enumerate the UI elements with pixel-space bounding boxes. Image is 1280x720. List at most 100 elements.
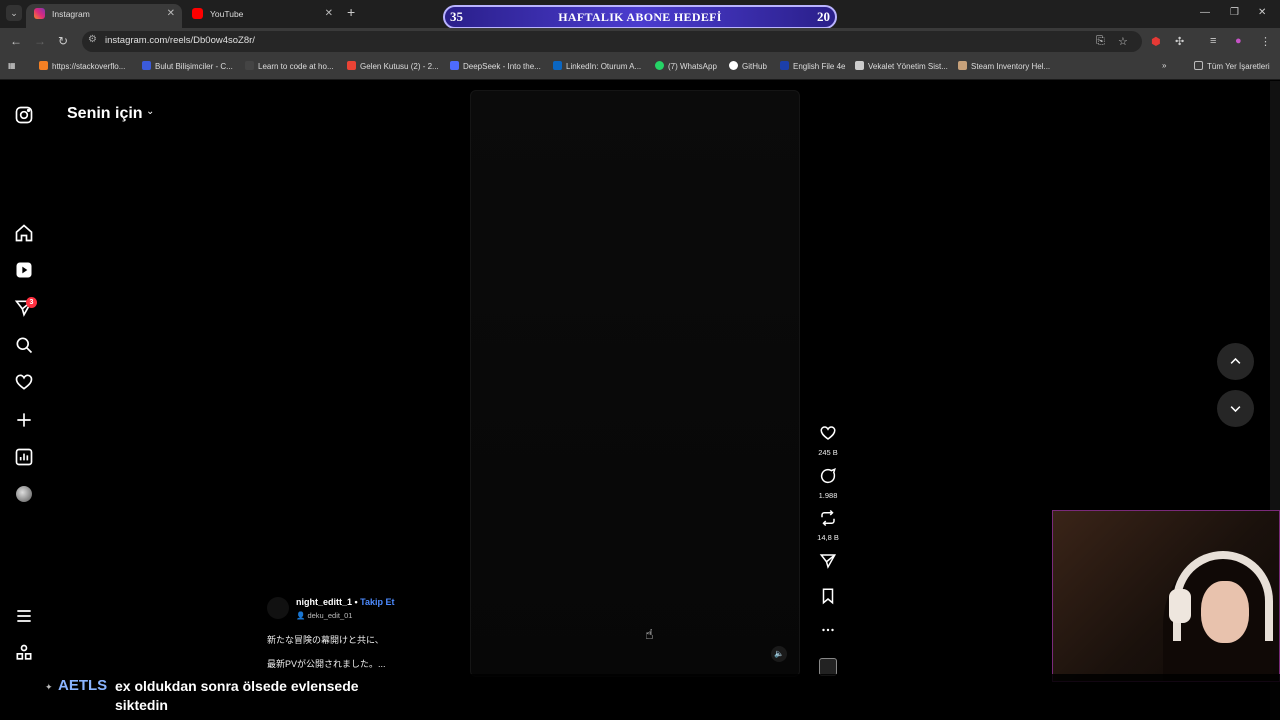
comment-icon	[820, 467, 836, 484]
bookmark-icon	[822, 588, 834, 605]
like-button[interactable]: 245 B	[808, 424, 848, 457]
ellipsis-icon	[822, 628, 834, 632]
linkedin-icon	[553, 61, 562, 70]
chevron-up-icon	[1230, 357, 1241, 364]
profile-avatar[interactable]	[16, 486, 32, 502]
reload-icon[interactable]: ↻	[58, 34, 68, 48]
youtube-favicon-icon	[192, 8, 203, 19]
comment-count: 1.988	[818, 491, 838, 500]
bulut-icon	[142, 61, 151, 70]
separator-dot: •	[352, 597, 361, 607]
hamburger-menu-icon[interactable]	[14, 606, 34, 626]
caption-line[interactable]: 最新PVが公開されました。...	[267, 657, 386, 670]
dashboard-icon[interactable]	[14, 447, 34, 467]
bookmark-star-icon[interactable]: ☆	[1118, 35, 1128, 48]
site-info-icon[interactable]: ⚙	[88, 34, 97, 45]
feed-selector-title[interactable]: Senin için	[67, 105, 143, 123]
send-icon	[819, 554, 837, 569]
reel-video[interactable]: 🔈	[470, 90, 800, 677]
comment-button[interactable]: 1.988	[808, 467, 848, 500]
bookmark-item[interactable]: Bulut Bilişimciler - C...	[142, 61, 233, 71]
audio-toggle-icon[interactable]: 🔈	[771, 646, 787, 662]
streamer-webcam	[1052, 510, 1280, 682]
bookmark-item[interactable]: English File 4e	[780, 61, 845, 71]
share-button[interactable]	[808, 552, 848, 575]
new-tab-button[interactable]: +	[347, 4, 355, 20]
folder-icon	[1194, 61, 1203, 70]
url-text[interactable]: instagram.com/reels/Db0ow4soZ8r/	[105, 35, 255, 46]
heart-icon	[820, 426, 836, 440]
more-options-button[interactable]	[808, 621, 848, 644]
repost-button[interactable]: 14,8 B	[808, 509, 848, 542]
all-bookmarks-button[interactable]: Tüm Yer İşaretleri	[1194, 61, 1270, 71]
like-count: 245 B	[818, 448, 838, 457]
mouse-cursor-icon: ☝	[645, 626, 654, 642]
author-avatar[interactable]	[267, 597, 289, 619]
subscriber-goal-banner: 35 HAFTALIK ABONE HEDEFİ 20	[443, 5, 837, 29]
heart-icon[interactable]	[14, 372, 34, 392]
bookmark-item[interactable]: Gelen Kutusu (2) - 2...	[347, 61, 439, 71]
home-icon[interactable]	[14, 223, 34, 243]
bookmark-item[interactable]: Vekalet Yönetim Sist...	[855, 61, 948, 71]
tab-instagram[interactable]: Instagram ✕	[26, 4, 182, 28]
chat-username: AETLS	[58, 677, 108, 694]
tab-search-icon[interactable]: ⌄	[6, 5, 22, 21]
extension-shield-icon[interactable]: ⬢	[1151, 35, 1161, 48]
bookmark-item[interactable]: (7) WhatsApp	[655, 61, 717, 71]
gmail-icon	[347, 61, 356, 70]
search-icon[interactable]	[14, 335, 34, 355]
restore-window-button[interactable]: ❐	[1230, 7, 1239, 18]
chevron-down-icon[interactable]: ⌄	[146, 106, 154, 117]
media-control-icon[interactable]: ≡	[1210, 35, 1216, 47]
repost-count: 14,8 B	[817, 533, 839, 542]
reels-icon[interactable]	[14, 260, 34, 280]
address-bar[interactable]: ⚙ instagram.com/reels/Db0ow4soZ8r/	[82, 31, 1142, 52]
instagram-favicon-icon	[34, 8, 45, 19]
previous-reel-button[interactable]	[1217, 343, 1254, 380]
create-plus-icon[interactable]	[14, 410, 34, 430]
author-username[interactable]: night_editt_1	[296, 597, 352, 607]
more-bookmarks-icon[interactable]: »	[1162, 61, 1166, 70]
close-tab-icon[interactable]: ✕	[325, 4, 333, 24]
close-window-button[interactable]: ✕	[1258, 7, 1266, 18]
follow-button[interactable]: Takip Et	[360, 597, 394, 607]
person-icon: 👤	[296, 611, 306, 620]
stream-chat-overlay: ✦ AETLS ex oldukdan sonra ölsede evlense…	[0, 674, 1280, 720]
close-tab-icon[interactable]: ✕	[167, 4, 175, 24]
bookmark-item[interactable]: GitHub	[729, 61, 767, 71]
instagram-logo-icon[interactable]	[14, 105, 34, 125]
tab-youtube[interactable]: YouTube ✕	[184, 4, 340, 28]
bookmark-item[interactable]: LinkedIn: Oturum A...	[553, 61, 641, 71]
minimize-window-button[interactable]: —	[1200, 7, 1210, 18]
caption-line: 新たな冒険の幕開けと共に、	[267, 635, 384, 645]
bookmark-item[interactable]: DeepSeek - Into the...	[450, 61, 541, 71]
bookmark-item[interactable]: Steam Inventory Hel...	[958, 61, 1050, 71]
extensions-puzzle-icon[interactable]: ✣	[1175, 35, 1184, 48]
bookmark-item[interactable]: Learn to code at ho...	[245, 61, 334, 71]
profile-avatar-icon[interactable]: ●	[1235, 35, 1242, 47]
browser-toolbar: ← → ↻ ⚙ instagram.com/reels/Db0ow4soZ8r/…	[0, 28, 1280, 55]
whatsapp-icon	[655, 61, 664, 70]
repost-icon	[821, 509, 835, 527]
bookmark-item[interactable]: https://stackoverflo...	[39, 61, 125, 71]
english-file-icon	[780, 61, 789, 70]
stackoverflow-icon	[39, 61, 48, 70]
install-app-icon[interactable]: ⎘	[1096, 35, 1105, 48]
steam-inventory-icon	[958, 61, 967, 70]
back-arrow-icon[interactable]: ←	[10, 34, 22, 48]
browser-menu-icon[interactable]: ⋮	[1260, 35, 1271, 48]
headphone-earcup	[1169, 589, 1191, 623]
banner-target-count: 20	[817, 9, 830, 24]
apps-grid-icon[interactable]: ▦	[8, 61, 16, 70]
messages-icon[interactable]: 3	[14, 297, 37, 318]
bookmarks-bar: ▦ https://stackoverflo... Bulut Bilişimc…	[0, 55, 1280, 80]
github-icon	[729, 61, 738, 70]
notification-badge: 3	[26, 297, 37, 308]
chat-badge-icon: ✦	[45, 682, 53, 692]
audio-track[interactable]: 👤 deku_edit_01	[296, 611, 352, 620]
forward-arrow-icon[interactable]: →	[34, 34, 46, 48]
next-reel-button[interactable]	[1217, 390, 1254, 427]
tab-title: YouTube	[210, 9, 244, 19]
also-from-meta-icon[interactable]	[14, 643, 34, 663]
save-button[interactable]	[808, 587, 848, 610]
